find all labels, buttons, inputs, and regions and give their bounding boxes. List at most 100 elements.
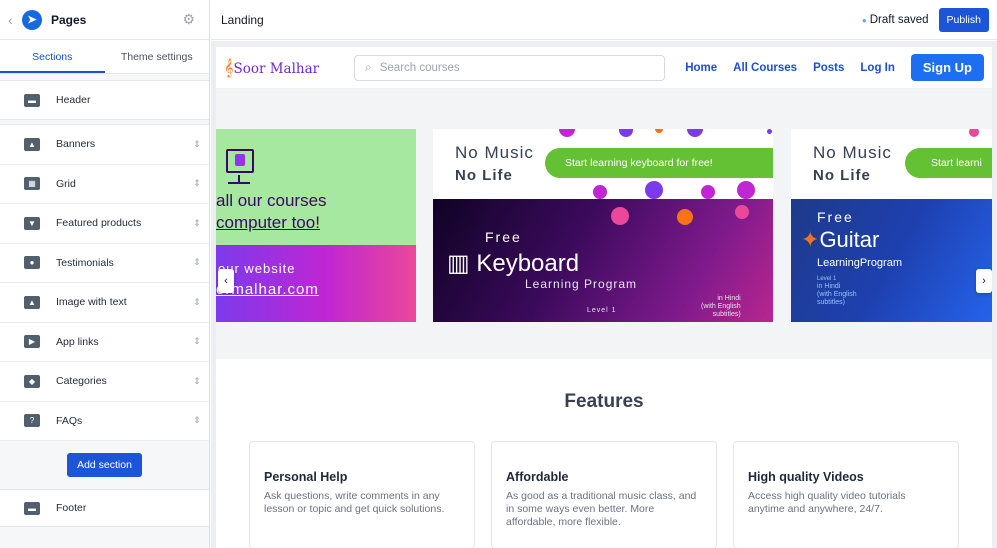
feature-text: As good as a traditional music class, an… [506, 490, 697, 528]
nav-links: Home All Courses Posts Log In Sign Up [669, 54, 984, 81]
sidebar-header: ‹ ➤ Pages ⚙ [0, 0, 209, 40]
grid-icon: ▦ [24, 177, 40, 191]
brand-name: Soor Malhar [233, 60, 320, 77]
editor-topbar: Landing ● Draft saved Publish [211, 0, 997, 40]
banner-slide-website[interactable]: all our courses computer too! our websit… [216, 129, 416, 322]
piano-icon: ▥ [447, 250, 477, 277]
keyboard-banner-art: Free ▥ Keyboard Learning Program Level 1… [433, 199, 773, 322]
reorder-icon[interactable]: ⇕ [185, 257, 209, 268]
chevron-left-icon[interactable]: ‹ [8, 12, 22, 28]
reorder-icon[interactable]: ⇕ [185, 297, 209, 308]
search-placeholder: Search courses [379, 61, 460, 74]
sidebar-item-categories[interactable]: ◆ Categories ⇕ [0, 362, 209, 402]
banner-subtitle: LearningProgram [817, 257, 902, 269]
sidebar-item-footer[interactable]: ▬ Footer [0, 489, 209, 527]
decor-dot [687, 129, 703, 137]
sidebar-item-label: App links [56, 335, 99, 348]
banner-heading: No Life [455, 167, 513, 184]
sidebar-item-featured-products[interactable]: ▼ Featured products ⇕ [0, 204, 209, 244]
banner-text: all our courses [216, 191, 327, 210]
tab-sections[interactable]: Sections [0, 40, 105, 73]
decor-dot [677, 209, 693, 225]
sidebar-item-header[interactable]: ▬ Header [0, 80, 209, 120]
site-preview: 𝄞Soor Malhar ⌕ Search courses Home All C… [216, 47, 992, 548]
sidebar-item-faqs[interactable]: ? FAQs ⇕ [0, 402, 209, 441]
sidebar-item-label: Featured products [56, 217, 142, 230]
site-logo[interactable]: 𝄞Soor Malhar [224, 58, 352, 78]
sidebar-item-image-with-text[interactable]: ▲ Image with text ⇕ [0, 283, 209, 323]
decor-dot [611, 207, 629, 225]
guitar-banner-art: Free ✦Guitar LearningProgram Level 1 in … [791, 199, 992, 322]
header-icon: ▬ [24, 93, 40, 107]
decor-dot [619, 129, 633, 137]
reorder-icon[interactable]: ⇕ [185, 178, 209, 189]
nav-log-in[interactable]: Log In [860, 62, 895, 74]
site-navbar: 𝄞Soor Malhar ⌕ Search courses Home All C… [216, 47, 992, 89]
sidebar-item-testimonials[interactable]: ● Testimonials ⇕ [0, 244, 209, 283]
nav-home[interactable]: Home [685, 62, 717, 74]
feature-text: Ask questions, write comments in any les… [264, 490, 445, 515]
reorder-icon[interactable]: ⇕ [185, 139, 209, 150]
sign-up-button[interactable]: Sign Up [910, 54, 984, 81]
tab-theme-settings[interactable]: Theme settings [105, 40, 210, 73]
banner-carousel: all our courses computer too! our websit… [216, 89, 992, 359]
feature-card-affordable: Affordable As good as a traditional musi… [491, 441, 717, 548]
draft-status: ● Draft saved [862, 14, 929, 26]
carousel-next-button[interactable]: › [976, 269, 992, 293]
banner-cta-pill[interactable]: Start learning keyboard for free! [545, 148, 773, 178]
banner-note-line: (with English [817, 291, 857, 298]
search-input[interactable]: ⌕ Search courses [354, 54, 665, 81]
publish-button[interactable]: Publish [938, 7, 989, 32]
feature-card-personal-help: Personal Help Ask questions, write comme… [249, 441, 475, 548]
banner-text: computer too! [216, 213, 320, 232]
carousel-prev-button[interactable]: ‹ [218, 269, 234, 293]
monitor-base [228, 182, 250, 184]
tag-icon: ◆ [24, 374, 40, 388]
reorder-icon[interactable]: ⇕ [185, 415, 209, 426]
nav-all-courses[interactable]: All Courses [733, 62, 797, 74]
banner-cta-pill[interactable]: Start learni [905, 148, 992, 178]
banner-subtitle: Learning Program [525, 277, 638, 291]
people-icon: ● [24, 256, 40, 270]
feature-text: Access high quality video tutorials anyt… [748, 490, 906, 515]
sidebar-item-grid[interactable]: ▦ Grid ⇕ [0, 165, 209, 204]
gear-icon[interactable]: ⚙ [182, 11, 195, 28]
feature-title: High quality Videos [748, 470, 864, 484]
banner-text: Free [485, 229, 522, 245]
feature-title: Affordable [506, 470, 569, 484]
reorder-icon[interactable]: ⇕ [185, 376, 209, 387]
decor-dot [701, 185, 715, 199]
cart-icon: ▼ [24, 216, 40, 230]
banner-bottom-panel: our website ormalhar.com [216, 245, 416, 322]
banner-heading: No Music [813, 143, 892, 162]
question-icon: ? [24, 414, 40, 428]
banner-note-line: subtitles) [817, 299, 846, 306]
sidebar-item-app-links[interactable]: ▶ App links ⇕ [0, 323, 209, 362]
sidebar-item-label: Banners [56, 138, 96, 151]
banner-slide-keyboard[interactable]: No Music No Life Start learning keyboard… [433, 129, 773, 322]
decor-dot [593, 185, 607, 199]
banner-top-panel: all our courses computer too! [216, 129, 416, 245]
feature-title: Personal Help [264, 470, 348, 484]
sidebar-item-banners[interactable]: ▲ Banners ⇕ [0, 125, 209, 165]
reorder-icon[interactable]: ⇕ [185, 336, 209, 347]
monitor-icon [226, 149, 254, 173]
nav-posts[interactable]: Posts [813, 62, 844, 74]
sidebar-item-label: FAQs [56, 414, 83, 427]
banner-note-line: subtitles) [712, 311, 741, 318]
decor-dot [559, 129, 575, 137]
features-heading: Features [564, 391, 644, 412]
banner-title-text: Guitar [819, 227, 880, 252]
decor-dot [735, 205, 749, 219]
status-dot-icon: ● [861, 15, 867, 25]
banner-language-note: in Hindi (with English subtitles) [817, 283, 857, 307]
sidebar-item-label: Image with text [56, 296, 127, 309]
add-section-button[interactable]: Add section [67, 453, 142, 477]
decor-dot [645, 181, 663, 199]
sidebar-item-label: Header [56, 94, 91, 106]
guitar-icon: ✦ [801, 227, 820, 252]
app-logo-icon: ➤ [22, 9, 42, 30]
banner-title-text: Keyboard [476, 250, 580, 277]
reorder-icon[interactable]: ⇕ [185, 218, 209, 229]
banner-slide-guitar[interactable]: No Music No Life Start learni Free ✦Guit… [791, 129, 992, 322]
